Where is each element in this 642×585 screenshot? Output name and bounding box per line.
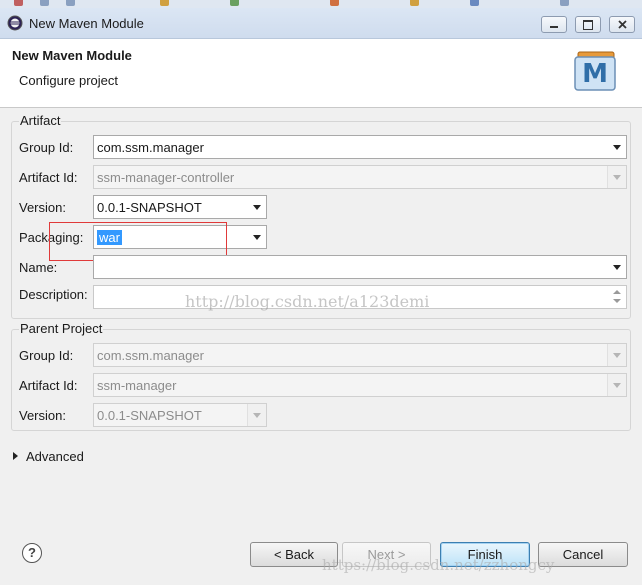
maven-logo-letter: M — [582, 59, 608, 89]
maximize-icon — [583, 20, 593, 30]
scroll-down-icon[interactable] — [613, 299, 621, 303]
toolbar-icon — [410, 0, 419, 6]
toolbar-icon — [66, 0, 75, 6]
watermark-bottom: https://blog.csdn.net/zzhongcy — [322, 556, 555, 574]
parent-section-title: Parent Project — [19, 321, 104, 336]
toolbar-icon — [160, 0, 169, 6]
toolbar-icon — [560, 0, 569, 6]
maven-logo-icon: M — [574, 51, 616, 91]
toolbar-icon — [330, 0, 339, 6]
parent-artifact-id-value: ssm-manager — [97, 378, 177, 393]
scroll-up-icon[interactable] — [613, 290, 621, 294]
chevron-down-icon — [607, 374, 626, 396]
parent-group-id-label: Group Id: — [19, 348, 74, 363]
version-value: 0.0.1-SNAPSHOT — [97, 200, 202, 215]
minimize-icon — [550, 26, 558, 28]
close-icon — [618, 20, 627, 29]
parent-group-id-value: com.ssm.manager — [97, 348, 204, 363]
chevron-down-icon — [607, 344, 626, 366]
name-label: Name: — [19, 260, 58, 275]
artifact-id-value: ssm-manager-controller — [97, 170, 235, 185]
name-combo[interactable] — [93, 255, 627, 279]
group-id-value: com.ssm.manager — [97, 140, 204, 155]
version-combo[interactable]: 0.0.1-SNAPSHOT — [93, 195, 267, 219]
eclipse-app-icon — [7, 15, 23, 31]
background-toolbar — [0, 0, 642, 8]
watermark-center: http://blog.csdn.net/a123demi — [185, 292, 430, 311]
parent-artifact-id-combo: ssm-manager — [93, 373, 627, 397]
chevron-down-icon[interactable] — [248, 226, 266, 248]
toolbar-icon — [14, 0, 23, 6]
advanced-label: Advanced — [26, 449, 84, 464]
help-button[interactable]: ? — [22, 543, 42, 563]
chevron-down-icon[interactable] — [248, 196, 266, 218]
group-id-label: Group Id: — [19, 140, 74, 155]
parent-group-id-combo: com.ssm.manager — [93, 343, 627, 367]
toolbar-icon — [470, 0, 479, 6]
parent-artifact-id-label: Artifact Id: — [19, 378, 78, 393]
help-icon: ? — [28, 545, 36, 560]
advanced-expander[interactable]: Advanced — [13, 449, 84, 464]
group-id-combo[interactable]: com.ssm.manager — [93, 135, 627, 159]
chevron-down-icon — [247, 404, 266, 426]
expand-arrow-icon[interactable] — [13, 452, 18, 460]
artifact-id-combo: ssm-manager-controller — [93, 165, 627, 189]
artifact-id-label: Artifact Id: — [19, 170, 78, 185]
artifact-section-title: Artifact — [19, 113, 62, 128]
maximize-button[interactable] — [575, 16, 601, 33]
parent-version-value: 0.0.1-SNAPSHOT — [97, 408, 202, 423]
minimize-button[interactable] — [541, 16, 567, 33]
toolbar-icon — [40, 0, 49, 6]
toolbar-icon — [230, 0, 239, 6]
chevron-down-icon[interactable] — [608, 136, 626, 158]
wizard-subtitle: Configure project — [19, 73, 118, 88]
wizard-title: New Maven Module — [12, 48, 132, 63]
description-scroll-arrows[interactable] — [610, 287, 624, 307]
parent-version-label: Version: — [19, 408, 66, 423]
version-label: Version: — [19, 200, 66, 215]
window-title: New Maven Module — [29, 16, 144, 31]
window-title-bar[interactable]: New Maven Module — [0, 8, 642, 39]
close-button[interactable] — [609, 16, 635, 33]
wizard-header: New Maven Module Configure project — [0, 39, 642, 108]
description-label: Description: — [19, 287, 88, 302]
chevron-down-icon — [607, 166, 626, 188]
parent-version-combo: 0.0.1-SNAPSHOT — [93, 403, 267, 427]
chevron-down-icon[interactable] — [608, 256, 626, 278]
